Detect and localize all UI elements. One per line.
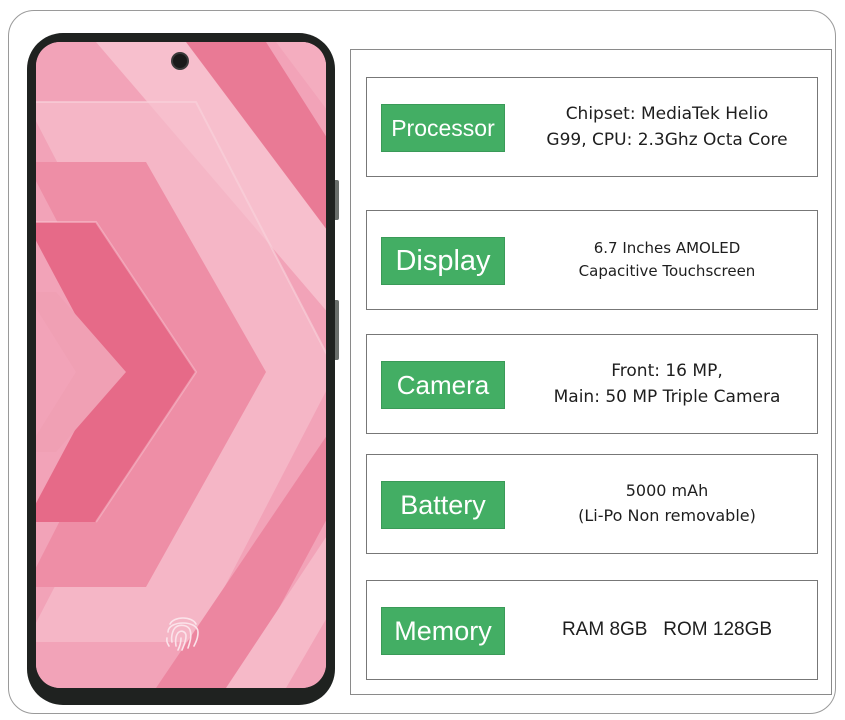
- spec-value: 5000 mAh (Li-Po Non removable): [578, 481, 756, 525]
- phone-screen: [36, 42, 326, 688]
- screen-wallpaper: [36, 42, 326, 688]
- spec-row-camera: Camera Front: 16 MP, Main: 50 MP Triple …: [366, 334, 818, 434]
- spec-label: Battery: [381, 481, 505, 529]
- spec-label: Processor: [381, 104, 505, 152]
- front-camera-icon: [173, 54, 187, 68]
- spec-value: RAM 8GB ROM 128GB: [561, 619, 773, 641]
- spec-value: Front: 16 MP, Main: 50 MP Triple Camera: [553, 360, 781, 407]
- spec-row-battery: Battery 5000 mAh (Li-Po Non removable): [366, 454, 818, 554]
- spec-value: Chipset: MediaTek Helio G99, CPU: 2.3Ghz…: [546, 103, 788, 150]
- fingerprint-icon: [165, 617, 199, 651]
- spec-label: Memory: [381, 607, 505, 655]
- power-button: [335, 300, 339, 360]
- spec-row-memory: Memory RAM 8GB ROM 128GB: [366, 580, 818, 680]
- spec-row-processor: Processor Chipset: MediaTek Helio G99, C…: [366, 77, 818, 177]
- spec-label: Camera: [381, 361, 505, 409]
- spec-label: Display: [381, 237, 505, 285]
- spec-value: 6.7 Inches AMOLED Capacitive Touchscreen: [578, 238, 756, 280]
- spec-row-display: Display 6.7 Inches AMOLED Capacitive Tou…: [366, 210, 818, 310]
- volume-button: [335, 180, 339, 220]
